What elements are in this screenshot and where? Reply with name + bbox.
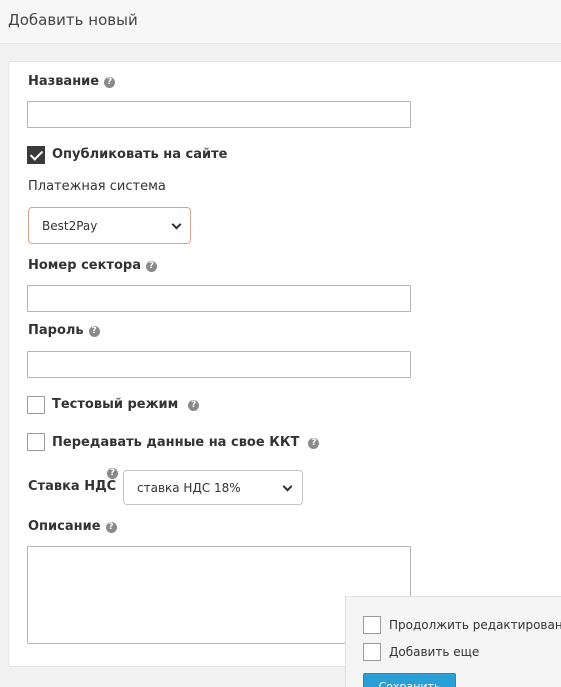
publish-checkbox[interactable] xyxy=(27,146,45,164)
kkt-checkbox[interactable] xyxy=(27,433,45,451)
continue-editing-checkbox[interactable] xyxy=(363,616,381,634)
payment-system-select[interactable]: Best2Pay xyxy=(28,207,191,244)
form-panel: Название? Опубликовать на сайте Платежна… xyxy=(8,61,561,667)
save-panel: Продолжить редактирование Добавить еще С… xyxy=(345,596,561,687)
sector-input[interactable] xyxy=(27,285,411,312)
vat-select[interactable]: ставка НДС 18% xyxy=(123,470,303,505)
payment-system-value: Best2Pay xyxy=(42,218,98,233)
payment-system-label: Платежная система xyxy=(28,179,166,194)
help-icon[interactable]: ? xyxy=(105,522,117,533)
test-mode-label-text: Тестовый режим xyxy=(52,397,179,412)
vat-value: ставка НДС 18% xyxy=(137,480,241,495)
description-label-text: Описание xyxy=(28,519,101,534)
help-icon[interactable]: ? xyxy=(107,468,118,479)
password-label: Пароль? xyxy=(28,323,100,338)
kkt-label: Передавать данные на свое ККТ? xyxy=(52,435,320,450)
chevron-down-icon xyxy=(282,481,293,492)
help-icon[interactable]: ? xyxy=(188,400,200,411)
sector-label-text: Номер сектора xyxy=(28,258,141,273)
password-label-text: Пароль xyxy=(28,323,84,338)
save-button[interactable]: Сохранить xyxy=(363,673,456,687)
test-mode-label: Тестовый режим? xyxy=(52,397,200,412)
name-input[interactable] xyxy=(27,101,411,128)
publish-label: Опубликовать на сайте xyxy=(52,147,228,162)
password-input[interactable] xyxy=(27,351,411,378)
sector-label: Номер сектора? xyxy=(28,258,157,273)
help-icon[interactable]: ? xyxy=(308,438,320,449)
vat-label: Ставка НДС xyxy=(28,479,117,494)
kkt-label-text: Передавать данные на свое ККТ xyxy=(52,435,300,450)
page-header: Добавить новый xyxy=(0,0,561,44)
chevron-down-icon xyxy=(171,219,182,230)
page-title: Добавить новый xyxy=(8,11,138,29)
name-label: Название? xyxy=(28,74,116,89)
test-mode-checkbox[interactable] xyxy=(27,396,45,414)
continue-editing-label: Продолжить редактирование xyxy=(389,618,561,632)
description-label: Описание? xyxy=(28,519,117,534)
help-icon[interactable]: ? xyxy=(88,326,100,337)
name-label-text: Название xyxy=(28,74,100,89)
add-more-label: Добавить еще xyxy=(389,645,480,659)
help-icon[interactable]: ? xyxy=(145,261,157,272)
help-icon[interactable]: ? xyxy=(104,77,116,88)
add-more-checkbox[interactable] xyxy=(363,643,381,661)
